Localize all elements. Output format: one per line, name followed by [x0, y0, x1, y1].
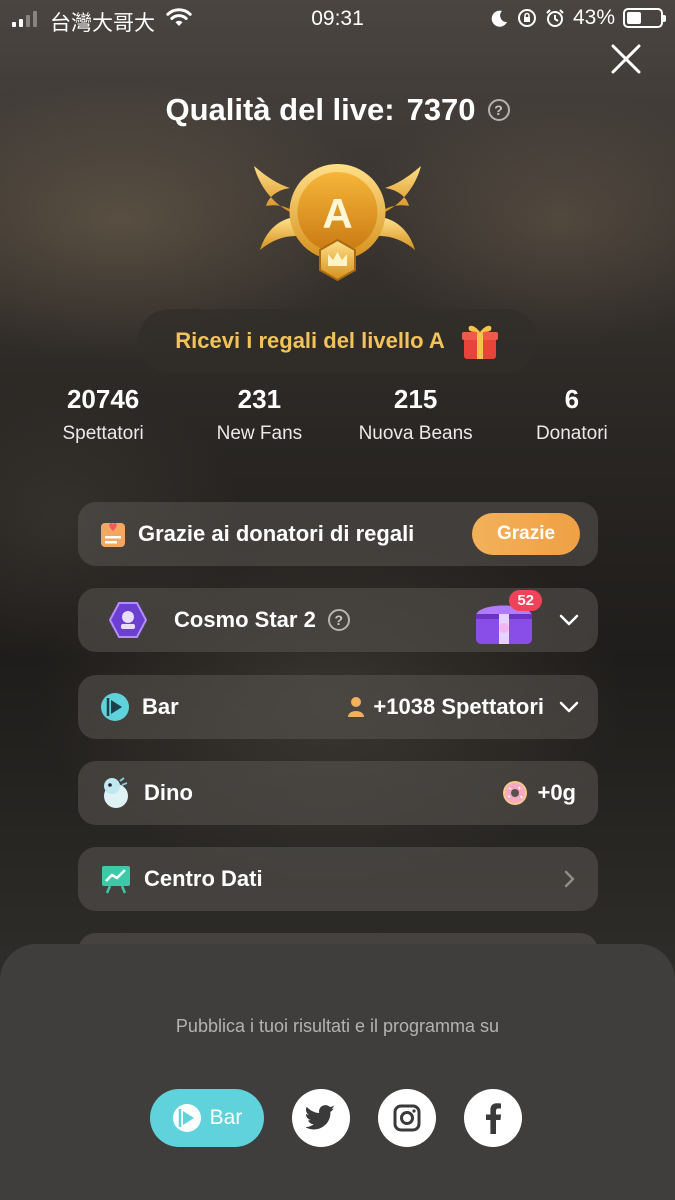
chart-board-icon	[102, 866, 130, 894]
stat-label: Donatori	[535, 423, 608, 444]
badge-grade-letter: A	[322, 190, 352, 237]
chevron-down-icon[interactable]	[558, 609, 580, 631]
cosmo-star-icon	[108, 602, 148, 638]
bar-title: Bar	[142, 694, 179, 719]
facebook-icon	[486, 1103, 501, 1134]
level-rewards-button[interactable]: Ricevi i regali del livello A	[138, 309, 538, 373]
share-bar-label: Bar	[209, 1106, 243, 1129]
stats-row: 20746 Spettatori 231 New Fans 215 Nuova …	[25, 384, 650, 445]
share-instagram-button[interactable]	[378, 1089, 436, 1147]
dino-title: Dino	[144, 780, 193, 805]
stat-value: 20746	[66, 384, 140, 414]
share-prompt: Pubblica i tuoi risultati e il programma…	[175, 1016, 500, 1036]
rotation-lock-icon	[517, 9, 536, 27]
grade-badge-icon: A	[254, 164, 421, 282]
bar-card[interactable]: Bar +1038 Spettatori	[78, 675, 598, 739]
live-quality-title: Qualità del live: 7370 ?	[0, 92, 675, 128]
data-center-title: Centro Dati	[144, 866, 263, 891]
bar-logo-icon	[101, 693, 129, 721]
bar-viewers-value: +1038 Spettatori	[373, 694, 544, 719]
battery-icon	[623, 8, 666, 28]
cosmo-star-title: Cosmo Star 2	[174, 607, 316, 632]
chevron-right-icon[interactable]	[558, 868, 580, 890]
instagram-icon	[393, 1104, 421, 1132]
stat-beans: 215 Nuova Beans	[338, 384, 494, 445]
stat-value: 215	[393, 384, 438, 414]
stat-value: 231	[237, 384, 282, 414]
cosmo-star-card[interactable]: Cosmo Star 2 ? 52	[78, 588, 598, 652]
data-center-card[interactable]: Centro Dati	[78, 847, 598, 911]
level-rewards-text: Ricevi i regali del livello A	[175, 328, 445, 353]
stat-value: 6	[564, 384, 580, 414]
stat-new-fans: 231 New Fans	[181, 384, 337, 445]
help-icon[interactable]: ?	[487, 99, 510, 121]
live-quality-label: Qualità del live:	[165, 92, 395, 127]
share-options: Bar	[150, 1089, 522, 1147]
help-icon[interactable]: ?	[327, 609, 350, 631]
thank-donors-card: Grazie ai donatori di regali Grazie	[78, 502, 598, 566]
stat-label: New Fans	[216, 423, 303, 444]
stat-label: Spettatori	[62, 423, 144, 444]
status-bar: 台灣大哥大 09:31 43%	[0, 0, 675, 40]
share-bar-button[interactable]: Bar	[150, 1089, 264, 1147]
stat-donors: 6 Donatori	[494, 384, 650, 445]
bar-logo-icon	[172, 1104, 201, 1132]
live-quality-score: 7370	[406, 92, 476, 127]
thank-donors-title: Grazie ai donatori di regali	[138, 521, 415, 546]
treasure-chest-icon[interactable]: 52	[472, 590, 542, 646]
share-twitter-button[interactable]	[292, 1089, 350, 1147]
stat-viewers: 20746 Spettatori	[25, 384, 181, 445]
battery-percent: 43%	[572, 6, 615, 29]
dino-icon	[104, 777, 128, 808]
twitter-icon	[306, 1105, 335, 1130]
note-icon	[101, 523, 125, 547]
stat-label: Nuova Beans	[358, 423, 473, 444]
gift-icon	[461, 325, 498, 359]
chevron-down-icon[interactable]	[558, 696, 580, 718]
moon-icon	[491, 10, 507, 27]
close-icon[interactable]	[609, 42, 643, 76]
dino-value: +0g	[537, 780, 576, 805]
dino-card[interactable]: Dino +0g	[78, 761, 598, 825]
alarm-icon	[546, 9, 564, 27]
person-icon	[348, 697, 365, 717]
thanks-button[interactable]: Grazie	[472, 513, 580, 555]
share-sheet: Pubblica i tuoi risultati e il programma…	[0, 944, 675, 1200]
share-facebook-button[interactable]	[464, 1089, 522, 1147]
chest-count-badge: 52	[509, 590, 542, 611]
donut-icon	[503, 781, 528, 805]
